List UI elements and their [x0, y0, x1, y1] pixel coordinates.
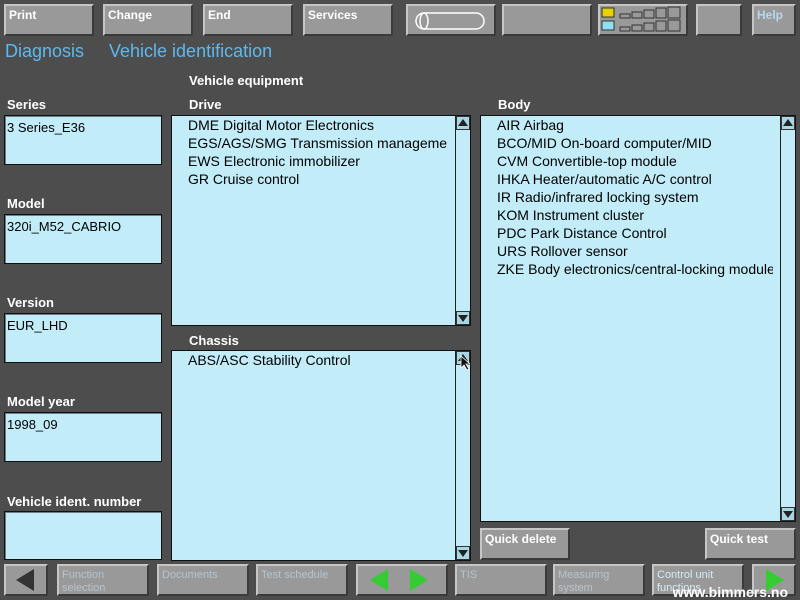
- function-selection-button[interactable]: Function selection: [57, 564, 149, 596]
- test-schedule-button[interactable]: Test schedule: [256, 564, 348, 596]
- list-item[interactable]: CVM Convertible-top module: [497, 152, 773, 170]
- list-item[interactable]: ABS/ASC Stability Control: [188, 351, 448, 369]
- blank-panel: [696, 4, 742, 36]
- version-field[interactable]: EUR_LHD: [4, 313, 162, 363]
- chassis-scrollbar[interactable]: [455, 351, 470, 560]
- change-button[interactable]: Change: [103, 4, 193, 36]
- list-item[interactable]: EGS/AGS/SMG Transmission management: [188, 134, 448, 152]
- list-item[interactable]: URS Rollover sensor: [497, 242, 773, 260]
- scroll-up-icon[interactable]: [456, 116, 470, 130]
- quick-delete-button[interactable]: Quick delete: [480, 528, 570, 560]
- status-panel: [502, 4, 592, 36]
- body-list[interactable]: AIR Airbag BCO/MID On-board computer/MID…: [480, 115, 796, 522]
- list-item[interactable]: IR Radio/infrared locking system: [497, 188, 773, 206]
- tis-button[interactable]: TIS: [455, 564, 547, 596]
- list-item[interactable]: IHKA Heater/automatic A/C control: [497, 170, 773, 188]
- battery-indicator: [406, 4, 496, 36]
- scroll-up-icon[interactable]: [781, 116, 795, 130]
- scroll-down-icon[interactable]: [456, 546, 470, 560]
- measuring-system-button[interactable]: Measuring system: [553, 564, 645, 596]
- scroll-down-icon[interactable]: [456, 311, 470, 325]
- diagnosis-title: Diagnosis: [5, 41, 85, 61]
- mouse-cursor-icon: [460, 355, 470, 371]
- model-field[interactable]: 320i_M52_CABRIO: [4, 214, 162, 264]
- list-item[interactable]: EWS Electronic immobilizer: [188, 152, 448, 170]
- series-label: Series: [7, 97, 47, 112]
- battery-icon: [415, 12, 485, 30]
- drive-label: Drive: [189, 97, 222, 112]
- list-item[interactable]: DME Digital Motor Electronics: [188, 116, 448, 134]
- list-item[interactable]: ZKE Body electronics/central-locking mod…: [497, 260, 773, 278]
- vin-label: Vehicle ident. number: [7, 494, 142, 509]
- chassis-list[interactable]: ABS/ASC Stability Control: [171, 350, 471, 561]
- body-label: Body: [498, 97, 531, 112]
- model-year-field[interactable]: 1998_09: [4, 412, 162, 462]
- model-label: Model: [7, 196, 45, 211]
- quick-test-button[interactable]: Quick test: [705, 528, 796, 560]
- list-item[interactable]: BCO/MID On-board computer/MID: [497, 134, 773, 152]
- page-title: Vehicle identification: [109, 41, 273, 61]
- scroll-down-icon[interactable]: [781, 507, 795, 521]
- list-item[interactable]: AIR Airbag: [497, 116, 773, 134]
- signal-strength-icon: [601, 6, 681, 32]
- chassis-label: Chassis: [189, 333, 239, 348]
- back-button[interactable]: [4, 564, 48, 596]
- version-label: Version: [7, 295, 54, 310]
- prev-next-arrows-icon: [370, 569, 428, 591]
- services-button[interactable]: Services: [303, 4, 393, 36]
- prev-next-buttons[interactable]: [356, 564, 448, 596]
- watermark: www.bimmers.no: [672, 584, 788, 600]
- help-button[interactable]: Help: [752, 4, 796, 36]
- drive-scrollbar[interactable]: [455, 116, 470, 325]
- vehicle-equipment-label: Vehicle equipment: [189, 73, 304, 88]
- body-scrollbar[interactable]: [780, 116, 795, 521]
- arrow-left-icon: [16, 569, 34, 591]
- vin-field[interactable]: [4, 511, 162, 560]
- connection-indicator: [598, 4, 688, 36]
- end-button[interactable]: End: [203, 4, 293, 36]
- documents-button[interactable]: Documents: [157, 564, 249, 596]
- list-item[interactable]: PDC Park Distance Control: [497, 224, 773, 242]
- list-item[interactable]: GR Cruise control: [188, 170, 448, 188]
- print-button[interactable]: Print: [4, 4, 94, 36]
- drive-list[interactable]: DME Digital Motor Electronics EGS/AGS/SM…: [171, 115, 471, 326]
- series-field[interactable]: 3 Series_E36: [4, 115, 162, 165]
- model-year-label: Model year: [7, 394, 75, 409]
- list-item[interactable]: KOM Instrument cluster: [497, 206, 773, 224]
